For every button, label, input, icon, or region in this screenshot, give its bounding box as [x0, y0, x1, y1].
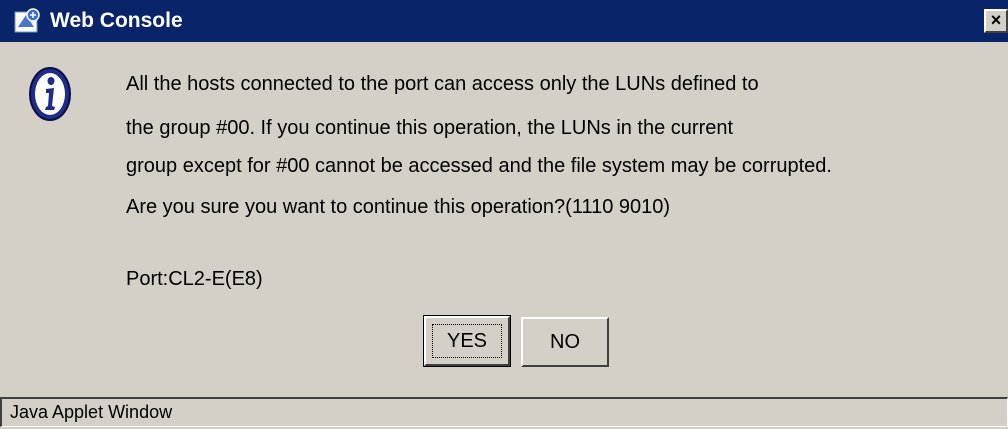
message-line-4: Are you sure you want to continue this o…	[126, 196, 671, 218]
close-icon: ×	[990, 10, 1002, 30]
yes-button-label: YES	[432, 324, 502, 358]
no-button[interactable]: NO	[521, 317, 609, 367]
close-button[interactable]: ×	[984, 9, 1008, 33]
message-line-1: All the hosts connected to the port can …	[126, 73, 759, 95]
port-label: Port:CL2-E(E8)	[126, 268, 263, 290]
window-title: Web Console	[50, 9, 183, 32]
message-line-2: the group #00. If you continue this oper…	[126, 117, 734, 139]
message-line-3: group except for #00 cannot be accessed …	[126, 155, 832, 177]
dialog-body: All the hosts connected to the port can …	[0, 42, 1008, 388]
info-icon	[29, 67, 71, 121]
yes-button[interactable]: YES	[423, 315, 511, 367]
status-text: Java Applet Window	[10, 402, 173, 422]
status-bar: Java Applet Window	[0, 397, 1008, 427]
no-button-label: NO	[550, 330, 580, 353]
title-bar: Web Console ×	[0, 0, 1008, 42]
java-applet-icon	[14, 8, 40, 33]
